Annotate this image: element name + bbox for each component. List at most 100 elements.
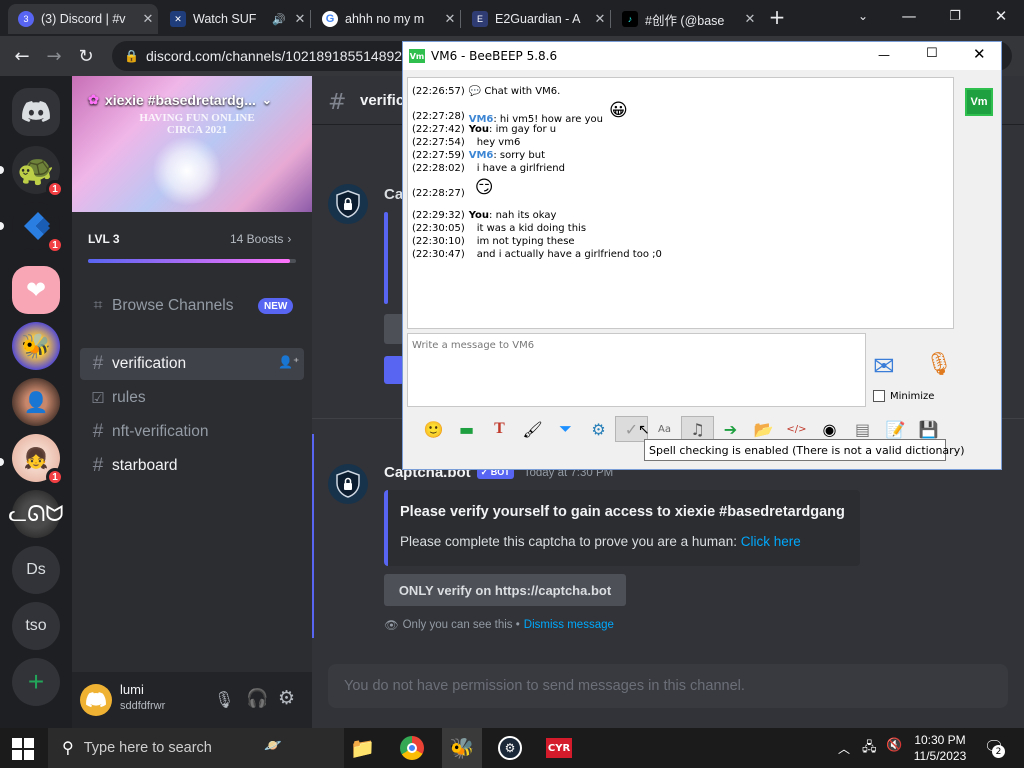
server-ds[interactable]: Ds [12, 546, 60, 594]
url-text: discord.com/channels/1021891855148924 [146, 48, 410, 64]
steam-icon[interactable]: ⚙ [498, 736, 522, 760]
chat-timestamp: (22:27:28) [412, 111, 465, 122]
chat-timestamp: (22:27:59) [412, 150, 465, 161]
minimize-button[interactable]: — [886, 0, 932, 32]
microphone-icon[interactable]: 🎙 [925, 352, 953, 377]
dismiss-message-link[interactable]: Dismiss message [524, 619, 614, 631]
send-icon[interactable]: ✉ [873, 352, 895, 382]
vm-icon: Vm [409, 49, 425, 63]
windows-start-icon[interactable] [12, 738, 34, 760]
gear-icon[interactable]: ⚙ [278, 687, 295, 709]
text-format-icon[interactable]: T [483, 416, 516, 442]
minimize-option[interactable]: Minimize [873, 390, 934, 402]
close-icon[interactable]: ✕ [740, 11, 760, 27]
tab-watch[interactable]: ✕ Watch SUF 🔊 ✕ [160, 4, 310, 34]
server-tso[interactable]: tso [12, 602, 60, 650]
add-member-icon[interactable]: 👤⁺ [278, 355, 299, 369]
message-input[interactable]: Write a message to VM6 [407, 333, 866, 407]
beebeep-titlebar[interactable]: Vm VM6 - BeeBEEP 5.8.6 — ☐ ✕ [403, 42, 1001, 70]
tab-discord[interactable]: 3 (3) Discord | #v ✕ [8, 4, 158, 34]
maximize-button[interactable]: ☐ [926, 46, 938, 61]
close-icon[interactable]: ✕ [138, 11, 158, 27]
speaker-icon[interactable]: 🔊 [272, 13, 286, 26]
user-avatar[interactable]: Vm [965, 88, 993, 116]
server-bee[interactable]: 🐝 [12, 322, 60, 370]
channel-nft-verification[interactable]: # nft-verification [80, 416, 304, 448]
close-window-button[interactable]: ✕ [973, 45, 986, 63]
partial-button[interactable] [384, 356, 404, 384]
tooltip: Spell checking is enabled (There is not … [644, 439, 965, 461]
network-icon[interactable]: 🖧 [862, 738, 877, 760]
server-cat[interactable]: ᓚᘏᗢ [8, 490, 64, 538]
discord-home-button[interactable] [12, 88, 60, 136]
channel-starboard[interactable]: # starboard [80, 450, 304, 482]
boost-count[interactable]: 14 Boosts › [230, 232, 291, 246]
avatar[interactable] [328, 464, 368, 504]
tiktok-icon: ♪ [622, 11, 638, 27]
server-initials: tso [25, 617, 47, 634]
boost-icon: ✿ [88, 92, 99, 107]
server-header[interactable]: ✿ xiexie #basedretardg... ⌄ [88, 92, 272, 108]
font-color-icon[interactable]: ▬ [450, 416, 483, 442]
server-hearts[interactable]: ❤ [12, 266, 60, 314]
close-icon[interactable]: ✕ [590, 11, 610, 27]
chat-timestamp: (22:26:57) [412, 86, 465, 97]
maximize-button[interactable]: ❐ [932, 0, 978, 32]
chat-text: and i actually have a girlfriend too ;0 [476, 249, 662, 260]
emoji-icon: 😏 [474, 177, 494, 198]
volume-muted-icon[interactable]: 🔇 [886, 738, 902, 753]
tab-tiktok[interactable]: ♪ #创作 (@base ✕ [612, 4, 760, 34]
channel-label: nft-verification [112, 423, 209, 440]
headphones-icon[interactable]: 🎧 [246, 688, 268, 709]
verify-button[interactable]: ONLY verify on https://captcha.bot [384, 574, 626, 606]
avatar[interactable] [80, 684, 112, 716]
file-explorer-icon[interactable]: 📁 [350, 736, 375, 760]
minimize-checkbox[interactable] [873, 390, 885, 402]
tab-search-icon[interactable]: ⌄ [840, 0, 886, 32]
forward-icon[interactable]: → [42, 44, 66, 68]
character-icon: 👧 [23, 447, 49, 470]
chat-timestamp: (22:30:05) [412, 223, 465, 234]
server-turtle[interactable]: 🐢 1 [12, 146, 64, 198]
channel-rules[interactable]: ☑ rules [80, 382, 304, 414]
chat-line: (22:30:05) it was a kid doing this [412, 222, 953, 235]
close-icon[interactable]: ✕ [440, 11, 460, 27]
mic-muted-icon[interactable]: 🎙 [214, 690, 234, 709]
taskbar-search[interactable]: ⚲ Type here to search 🪐 [48, 728, 344, 768]
close-window-button[interactable]: ✕ [978, 0, 1024, 32]
new-tab-button[interactable]: + [766, 6, 788, 28]
boost-count-text: 14 Boosts [230, 232, 284, 246]
server-list: 🐢 1 1 ❤ 🐝 👤 👧 1 ᓚᘏᗢ Ds tso + [0, 76, 72, 728]
chevron-up-icon[interactable]: ︿ [838, 740, 850, 757]
partial-button[interactable] [384, 314, 404, 344]
close-icon[interactable]: ✕ [290, 11, 310, 27]
clock[interactable]: 10:30 PM 11/5/2023 [906, 732, 974, 764]
avatar[interactable] [328, 184, 368, 224]
emoticon-icon[interactable]: 🙂 [417, 416, 450, 442]
embed-title: Please verify yourself to gain access to… [400, 504, 845, 520]
server-anime[interactable]: 👧 1 [12, 434, 64, 486]
reload-icon[interactable]: ↻ [74, 44, 98, 68]
game-app-icon[interactable]: CYR [546, 738, 572, 758]
server-arrow[interactable]: 1 [12, 202, 64, 254]
channel-verification[interactable]: # verification 👤⁺ [80, 348, 304, 380]
browse-channels[interactable]: ⌗ Browse Channels NEW [80, 290, 304, 322]
ephemeral-notice: 👁 Only you can see this • Dismiss messag… [384, 618, 614, 632]
tab-google[interactable]: G ahhh no my m ✕ [312, 4, 460, 34]
add-server-button[interactable]: + [12, 658, 60, 706]
windows-taskbar: ⚲ Type here to search 🪐 📁 🐝 ⚙ CYR ︿ 🖧 🔇 … [0, 728, 1024, 768]
beebeep-taskbar-icon[interactable]: 🐝 [442, 728, 482, 768]
chrome-icon[interactable] [400, 736, 424, 760]
chat-text: i have a girlfriend [476, 163, 565, 174]
hash-icon: # [328, 90, 347, 115]
server-avatar-brown[interactable]: 👤 [12, 378, 60, 426]
click-here-link[interactable]: Click here [741, 534, 801, 549]
filter-icon[interactable]: ⏷ [549, 416, 582, 442]
notification-icon[interactable]: 🗨 2 [984, 737, 1005, 758]
chat-text: 💬 Chat with VM6. [468, 86, 561, 97]
minimize-button[interactable]: — [878, 48, 890, 62]
tab-e2guardian[interactable]: E E2Guardian - A ✕ [462, 4, 610, 34]
paint-icon[interactable]: 🖌 [516, 416, 549, 442]
back-icon[interactable]: ← [10, 44, 34, 68]
settings-gear-icon[interactable]: ⚙ [582, 416, 615, 442]
